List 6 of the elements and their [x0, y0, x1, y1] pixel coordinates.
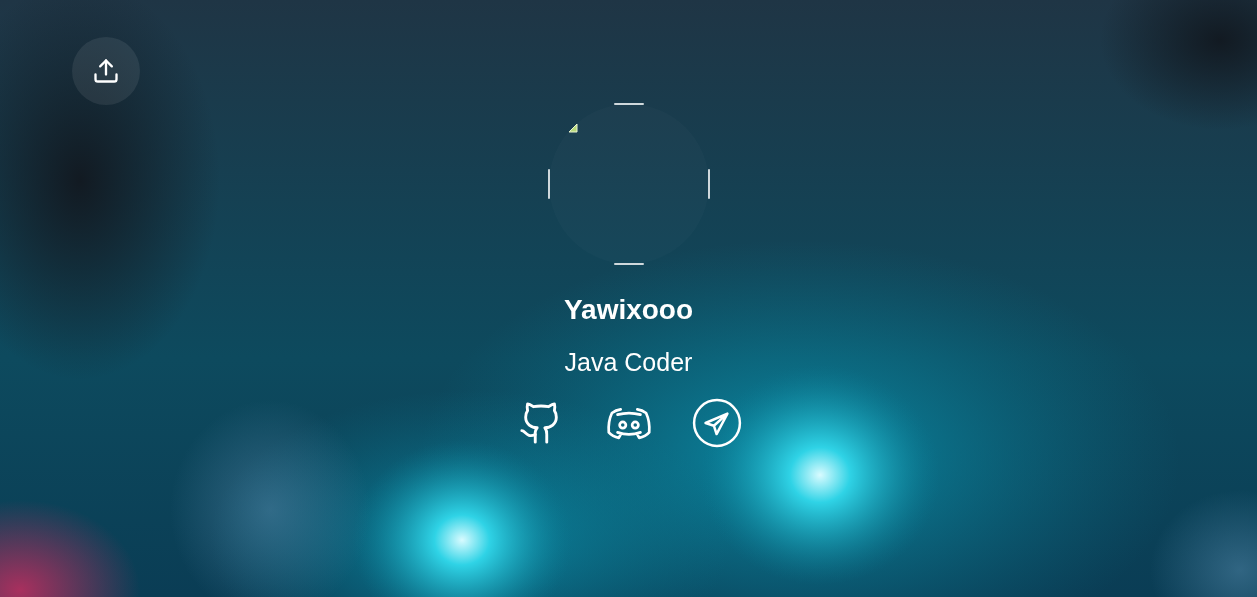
profile-tagline: Java Coder — [564, 347, 693, 378]
broken-image-icon — [566, 122, 579, 134]
profile-name: Yawixooo — [563, 293, 694, 327]
upload-icon — [92, 57, 120, 85]
telegram-icon — [691, 398, 742, 448]
social-link[interactable] — [691, 398, 742, 448]
